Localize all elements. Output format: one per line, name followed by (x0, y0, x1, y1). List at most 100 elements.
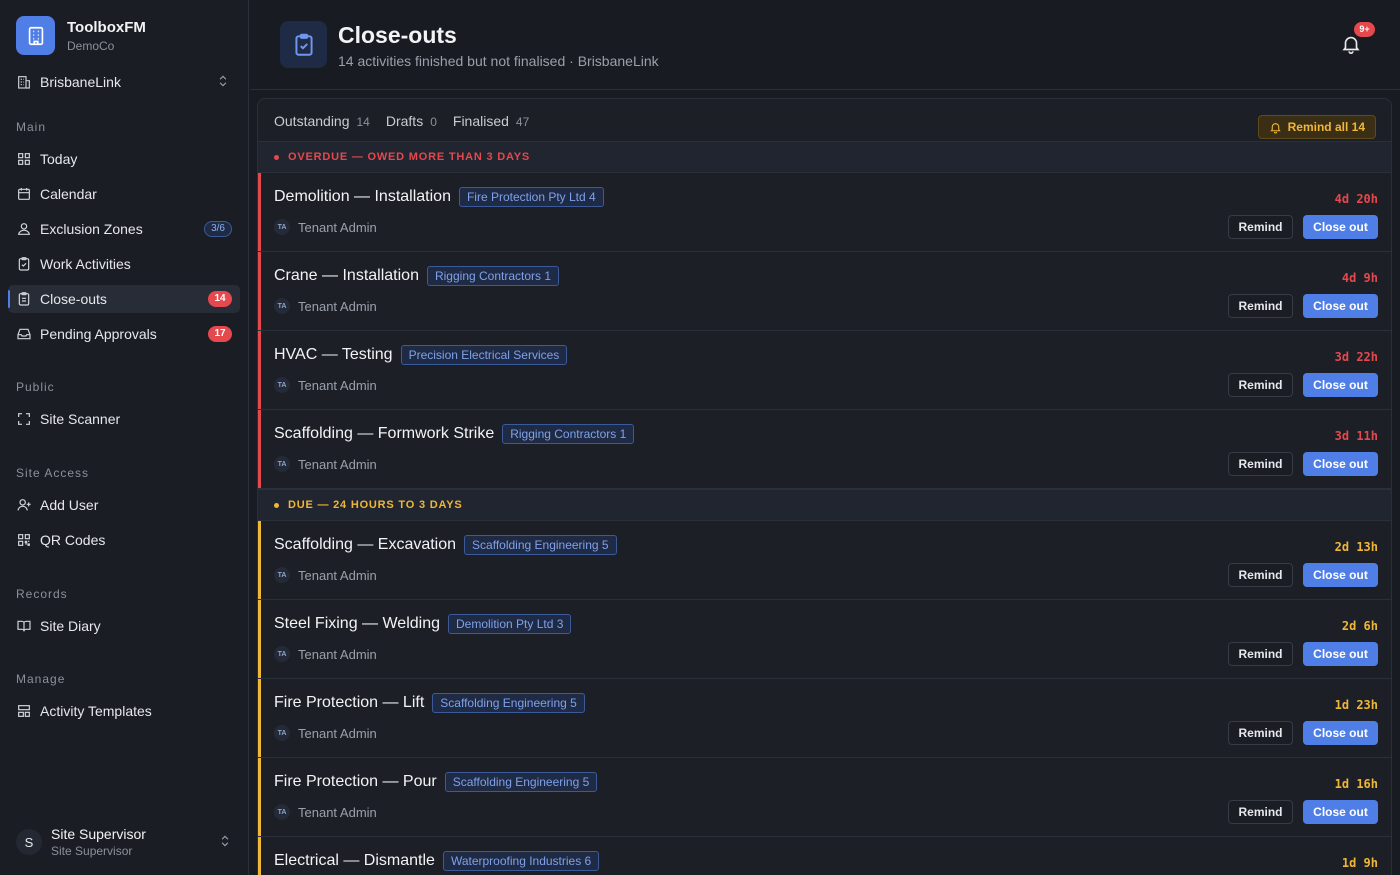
activity-name: Crane — Installation (274, 267, 419, 284)
sidebar-item-pending-approvals[interactable]: Pending Approvals 17 (8, 320, 240, 348)
sidebar-item-close-outs[interactable]: Close-outs 14 (8, 285, 240, 313)
sidebar-item-calendar[interactable]: Calendar (8, 180, 240, 208)
site-switcher[interactable]: BrisbaneLink (16, 72, 234, 92)
sidebar-item-today[interactable]: Today (8, 145, 240, 173)
inbox-icon (16, 326, 32, 342)
scan-icon (16, 411, 32, 427)
activity-title: Fire Protection — Pour Scaffolding Engine… (274, 772, 598, 792)
age-indicator: 3d 22h (1334, 350, 1378, 364)
sidebar-item-site-scanner[interactable]: Site Scanner (8, 405, 240, 433)
calendar-icon (16, 186, 32, 202)
activity-title: Scaffolding — Formwork Strike Rigging Con… (274, 424, 635, 444)
activity-title: Fire Protection — Lift Scaffolding Engine… (274, 693, 585, 713)
site-name: BrisbaneLink (40, 74, 121, 90)
tab-drafts[interactable]: Drafts 0 (386, 113, 437, 129)
owner-name: Tenant Admin (298, 567, 377, 583)
status-bar (258, 758, 261, 836)
contractor-tag[interactable]: Scaffolding Engineering 5 (444, 772, 598, 792)
avatar: S (16, 829, 42, 855)
sidebar-item-label: Site Scanner (40, 411, 121, 427)
close-out-button[interactable]: Close out (1303, 215, 1378, 239)
sidebar-item-exclusion-zones[interactable]: Exclusion Zones 3/6 (8, 215, 240, 243)
user-menu[interactable]: S Site Supervisor Site Supervisor (16, 822, 236, 862)
sidebar-item-work-activities[interactable]: Work Activities (8, 250, 240, 278)
owner-avatar: TA (274, 219, 290, 235)
sidebar-item-qr-codes[interactable]: QR Codes (8, 526, 240, 554)
page-subtitle: 14 activities finished but not finalised… (338, 53, 659, 69)
activity-title: HVAC — Testing Precision Electrical Servi… (274, 345, 568, 365)
owner-avatar: TA (274, 377, 290, 393)
sidebar: ToolboxFM DemoCo BrisbaneLink Main Today C… (0, 0, 249, 875)
contractor-tag[interactable]: Rigging Contractors 1 (426, 266, 560, 286)
close-out-button[interactable]: Close out (1303, 721, 1378, 745)
closeout-row: Fire Protection — Lift Scaffolding Engine… (258, 679, 1391, 758)
owner: TA Tenant Admin (274, 298, 377, 314)
activity-name: Steel Fixing — Welding (274, 615, 440, 632)
bell-icon (1269, 122, 1281, 133)
contractor-tag[interactable]: Scaffolding Engineering 5 (464, 535, 617, 555)
grid-icon (16, 151, 32, 167)
close-out-button[interactable]: Close out (1303, 452, 1378, 476)
owner: TA Tenant Admin (274, 567, 377, 583)
chevron-updown-icon (221, 835, 229, 847)
sidebar-item-site-diary[interactable]: Site Diary (8, 612, 240, 640)
remind-button[interactable]: Remind (1228, 452, 1293, 476)
contractor-tag[interactable]: Precision Electrical Services (400, 345, 568, 365)
owner-name: Tenant Admin (298, 456, 377, 472)
closeout-row: Demolition — Installation Fire Protection… (258, 173, 1391, 252)
contractor-tag[interactable]: Rigging Contractors 1 (502, 424, 635, 444)
tab-outstanding[interactable]: Outstanding 14 (274, 113, 370, 129)
activity-name: Fire Protection — Lift (274, 694, 425, 711)
contractor-tag[interactable]: Waterproofing Industries 6 (442, 851, 600, 871)
age-indicator: 2d 13h (1334, 540, 1378, 554)
user-zone-icon (16, 221, 32, 237)
contractor-tag[interactable]: Demolition Pty Ltd 3 (448, 614, 572, 634)
sidebar-item-label: Add User (40, 497, 99, 513)
close-out-button[interactable]: Close out (1303, 373, 1378, 397)
remind-button[interactable]: Remind (1228, 800, 1293, 824)
section-title-site-access: Site Access (16, 466, 90, 480)
close-out-button[interactable]: Close out (1303, 294, 1378, 318)
activity-name: Scaffolding — Excavation (274, 536, 457, 553)
building-icon (16, 16, 55, 55)
closeout-row: Steel Fixing — Welding Demolition Pty Ltd… (258, 600, 1391, 679)
chevron-updown-icon (219, 75, 227, 87)
age-indicator: 1d 9h (1341, 856, 1378, 870)
status-bar (258, 173, 261, 251)
section-title-public: Public (16, 380, 55, 394)
sidebar-item-label: Pending Approvals (40, 326, 157, 342)
activity-name: Scaffolding — Formwork Strike (274, 425, 495, 442)
owner-avatar: TA (274, 298, 290, 314)
close-out-button[interactable]: Close out (1303, 563, 1378, 587)
close-out-button[interactable]: Close out (1303, 800, 1378, 824)
remind-button[interactable]: Remind (1228, 373, 1293, 397)
close-out-button[interactable]: Close out (1303, 642, 1378, 666)
owner-name: Tenant Admin (298, 219, 377, 235)
remind-button[interactable]: Remind (1228, 642, 1293, 666)
age-indicator: 1d 23h (1334, 698, 1378, 712)
status-bar (258, 331, 261, 409)
sidebar-item-label: QR Codes (40, 532, 106, 548)
remind-all-button[interactable]: Remind all 14 (1257, 115, 1376, 139)
age-indicator: 1d 16h (1334, 777, 1378, 791)
remind-button[interactable]: Remind (1228, 563, 1293, 587)
tab-label: Finalised (452, 113, 509, 129)
sidebar-item-add-user[interactable]: Add User (8, 491, 240, 519)
brand-name: ToolboxFM (67, 18, 146, 36)
owner-avatar: TA (274, 646, 290, 662)
remind-button[interactable]: Remind (1228, 215, 1293, 239)
contractor-tag[interactable]: Scaffolding Engineering 5 (432, 693, 585, 713)
remind-button[interactable]: Remind (1228, 294, 1293, 318)
clipboard-check-icon (16, 256, 32, 272)
sidebar-item-activity-templates[interactable]: Activity Templates (8, 697, 240, 725)
sidebar-item-label: Site Diary (40, 618, 101, 634)
book-open-icon (16, 618, 32, 634)
sidebar-item-label: Close-outs (40, 291, 107, 307)
remind-button[interactable]: Remind (1228, 721, 1293, 745)
owner: TA Tenant Admin (274, 804, 377, 820)
count-badge: 3/6 (204, 221, 232, 237)
clipboard-check-icon (280, 21, 327, 68)
closeout-row: Scaffolding — Formwork Strike Rigging Con… (258, 410, 1391, 489)
tab-finalised[interactable]: Finalised 47 (453, 113, 529, 129)
contractor-tag[interactable]: Fire Protection Pty Ltd 4 (458, 187, 604, 207)
